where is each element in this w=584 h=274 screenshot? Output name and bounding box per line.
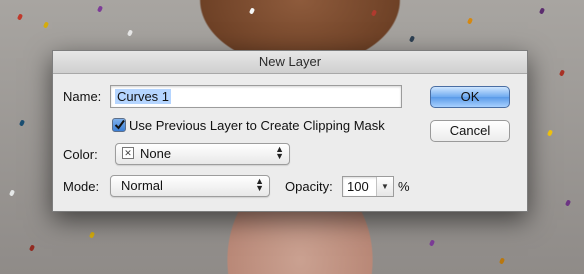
clipping-mask-checkbox[interactable] bbox=[112, 118, 126, 132]
clipping-mask-label[interactable]: Use Previous Layer to Create Clipping Ma… bbox=[129, 118, 385, 133]
color-label: Color: bbox=[63, 147, 98, 162]
confetti bbox=[16, 13, 24, 21]
mode-value: Normal bbox=[121, 178, 163, 193]
layer-name-value[interactable]: Curves 1 bbox=[115, 89, 172, 104]
confetti bbox=[42, 21, 50, 29]
color-popup[interactable]: ✕ None ▲ ▼ bbox=[115, 143, 290, 165]
confetti bbox=[8, 189, 16, 197]
opacity-value[interactable]: 100 bbox=[347, 179, 369, 194]
confetti bbox=[28, 244, 36, 252]
opacity-label: Opacity: bbox=[285, 179, 333, 194]
confetti bbox=[126, 29, 134, 37]
cancel-button[interactable]: Cancel bbox=[430, 120, 510, 142]
confetti bbox=[96, 5, 104, 13]
up-down-arrows-icon: ▲ ▼ bbox=[275, 144, 284, 161]
confetti bbox=[88, 231, 96, 239]
confetti bbox=[408, 35, 416, 43]
opacity-input[interactable]: 100 ▼ bbox=[342, 176, 394, 197]
confetti bbox=[370, 9, 378, 17]
confetti bbox=[538, 7, 546, 15]
confetti bbox=[558, 69, 566, 77]
color-value: None bbox=[140, 146, 172, 161]
checkmark-icon bbox=[114, 119, 125, 130]
opacity-unit: % bbox=[398, 179, 410, 194]
confetti bbox=[564, 199, 572, 207]
confetti bbox=[498, 257, 506, 265]
dialog-title: New Layer bbox=[53, 51, 527, 74]
layer-name-input[interactable]: Curves 1 bbox=[110, 85, 402, 108]
mode-popup[interactable]: Normal ▲ ▼ bbox=[110, 175, 270, 197]
ok-button[interactable]: OK bbox=[430, 86, 510, 108]
confetti bbox=[18, 119, 26, 127]
confetti bbox=[546, 129, 554, 137]
no-color-x-icon: ✕ bbox=[122, 147, 134, 159]
up-down-arrows-icon: ▲ ▼ bbox=[255, 176, 264, 193]
new-layer-dialog: New Layer Name: Curves 1 Use Previous La… bbox=[52, 50, 528, 212]
mode-label: Mode: bbox=[63, 179, 100, 194]
confetti bbox=[428, 239, 436, 247]
confetti bbox=[466, 17, 474, 25]
name-label: Name: bbox=[63, 89, 102, 104]
confetti bbox=[248, 7, 256, 15]
chevron-down-icon[interactable]: ▼ bbox=[376, 177, 393, 196]
